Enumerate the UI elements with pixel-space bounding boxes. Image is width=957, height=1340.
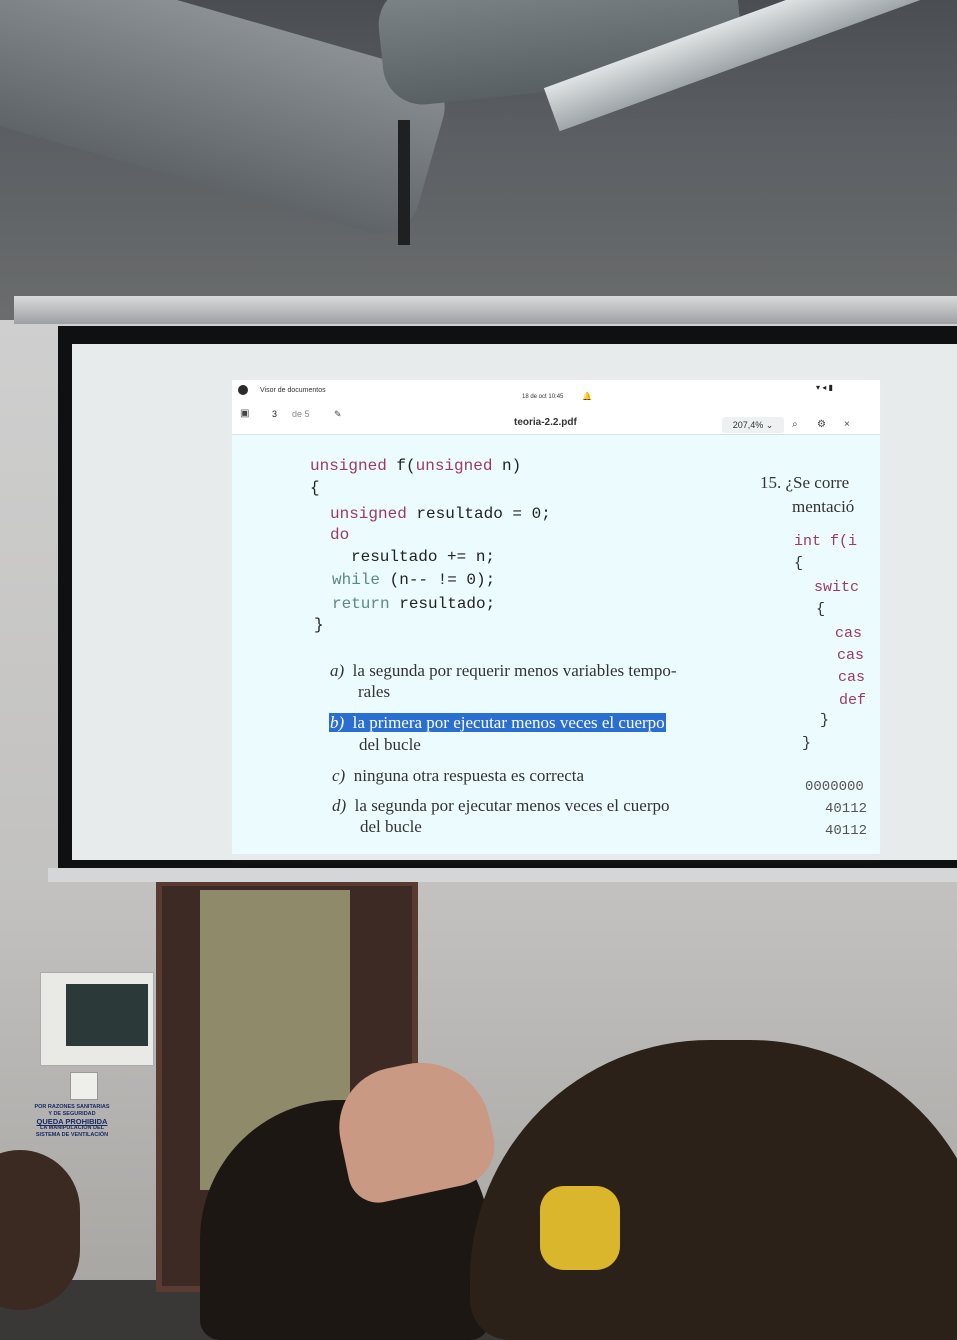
right-code-7: cas — [838, 669, 866, 686]
selected-text-highlight: b) la primera por ejecutar menos veces e… — [329, 713, 666, 732]
right-code-4: { — [816, 601, 826, 618]
projector-bracket — [398, 120, 410, 245]
right-code-5: cas — [835, 625, 863, 642]
option-b[interactable]: b) la primera por ejecutar menos veces e… — [329, 713, 666, 733]
code-line-4: do — [330, 526, 350, 544]
option-c[interactable]: c) ninguna otra respuesta es correcta — [332, 766, 584, 786]
right-code-1: int f(i — [794, 533, 858, 550]
document-title: teoria-2.2.pdf — [514, 417, 577, 428]
option-letter: a) — [330, 661, 345, 680]
right-code-10: } — [802, 735, 812, 752]
question-15-number: 15. ¿Se corre — [760, 473, 849, 493]
code-line-3: unsigned resultado = 0; — [330, 505, 551, 523]
code-text: (n-- != 0); — [380, 571, 496, 589]
code-line-5: resultado += n; — [351, 548, 496, 566]
menu-gear-icon[interactable]: ⚙ — [817, 419, 826, 430]
student-head-left — [0, 1150, 80, 1310]
option-letter: c) — [332, 766, 346, 785]
right-code-8: def — [839, 692, 867, 709]
sign-line-5: SISTEMA DE VENTILACIÓN — [35, 1132, 109, 1138]
status-icons[interactable]: ▾ ◂ ▮ — [816, 383, 833, 392]
search-icon[interactable]: ⌕ — [792, 419, 798, 430]
option-a[interactable]: a) la segunda por requerir menos variabl… — [330, 661, 677, 681]
code-text: resultado = 0; — [406, 505, 551, 523]
option-text: la primera por ejecutar menos veces el c… — [352, 713, 665, 732]
page-number-input[interactable]: 3 — [272, 409, 277, 419]
close-icon[interactable]: × — [844, 419, 850, 430]
right-code-2: { — [794, 555, 804, 572]
option-d[interactable]: d) la segunda por ejecutar menos veces e… — [332, 796, 670, 816]
system-topbar: Visor de documentos 18 de oct 10:45 🔔 ▾ … — [232, 380, 880, 401]
sign-line-4: LA MANIPULACIÓN DEL — [40, 1125, 104, 1131]
annotate-pencil-icon[interactable]: ✎ — [334, 409, 342, 420]
right-code-3: switc — [814, 579, 860, 596]
sidebar-toggle-icon[interactable]: ▣ — [240, 408, 249, 419]
page-count-label: de 5 — [292, 409, 310, 419]
code-type: unsigned — [415, 457, 493, 475]
zoom-dropdown[interactable]: 207,4% ⌄ — [722, 417, 784, 433]
question-15-cont: mentació — [792, 497, 855, 516]
option-text: ninguna otra respuesta es correcta — [353, 766, 585, 785]
question-number: 15. — [760, 473, 782, 492]
code-keyword: while — [332, 571, 381, 589]
right-hex-2: 40112 — [825, 801, 868, 817]
code-text: n) — [492, 457, 522, 475]
right-hex-3: 40112 — [825, 823, 868, 839]
wall-outlet — [70, 1072, 98, 1100]
app-name: Visor de documentos — [260, 387, 326, 394]
code-text: f( — [386, 457, 416, 475]
sign-line-3: QUEDA PROHIBIDA — [36, 1117, 108, 1126]
option-d-cont: del bucle — [360, 817, 422, 836]
code-keyword: return — [332, 595, 390, 613]
option-text: la segunda por requerir menos variables … — [352, 661, 677, 680]
code-line-2: { — [310, 479, 320, 497]
sign-line-1: POR RAZONES SANITARIAS — [34, 1104, 110, 1110]
right-code-6: cas — [837, 647, 865, 664]
option-b-cont: del bucle — [359, 735, 421, 754]
option-text: la segunda por ejecutar menos veces el c… — [354, 796, 670, 815]
code-line-1: unsigned f(unsigned n) — [310, 457, 521, 475]
activities-icon[interactable] — [238, 385, 248, 395]
question-text: ¿Se corre — [785, 473, 850, 492]
code-text: resultado; — [389, 595, 496, 613]
code-type: unsigned — [310, 457, 387, 475]
viewer-headerbar: ▣ 3 de 5 ✎ teoria-2.2.pdf 207,4% ⌄ ⌕ ⚙ × — [232, 400, 880, 435]
code-type: unsigned — [330, 505, 407, 523]
screen-bottom-bar — [48, 868, 957, 882]
option-letter: b) — [330, 713, 345, 732]
option-a-cont: rales — [358, 682, 391, 701]
hair-clip — [540, 1186, 620, 1270]
screen-housing — [14, 296, 957, 324]
document-viewer-window: Visor de documentos 18 de oct 10:45 🔔 ▾ … — [232, 380, 880, 854]
option-letter: d) — [332, 796, 347, 815]
right-hex-1: 0000000 — [805, 779, 864, 795]
lecture-room: POR RAZONES SANITARIAS Y DE SEGURIDAD QU… — [0, 0, 957, 1340]
right-code-9: } — [820, 712, 830, 729]
code-line-8: } — [314, 616, 324, 634]
cabinet-window — [66, 984, 148, 1046]
code-line-7: return resultado; — [332, 595, 495, 613]
pdf-page: unsigned f(unsigned n) { unsigned result… — [232, 435, 880, 854]
zoom-value: 207,4% — [732, 420, 764, 430]
code-line-6: while (n-- != 0); — [332, 571, 495, 589]
